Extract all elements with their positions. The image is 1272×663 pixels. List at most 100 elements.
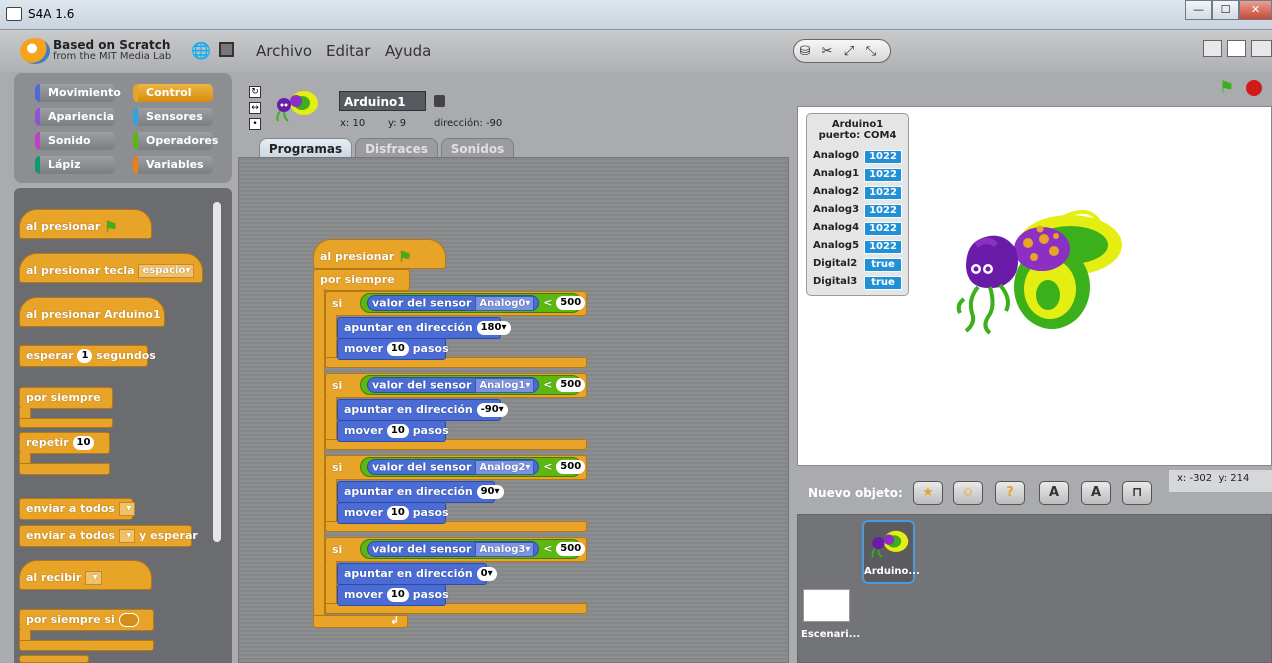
move-steps-input[interactable]: 10 <box>386 588 409 602</box>
sensor-dropdown-value: Analog1 <box>479 379 526 391</box>
compare-block[interactable]: valor del sensor Analog0▾ < 500 <box>360 293 586 313</box>
threshold-input[interactable]: 500 <box>556 542 586 556</box>
category-sensores[interactable]: Sensores <box>133 108 213 126</box>
broadcast-dropdown[interactable]: ▾ <box>118 502 136 516</box>
tab-sonidos[interactable]: Sonidos <box>441 138 514 158</box>
category-variables[interactable]: Variables <box>133 156 213 174</box>
category-operadores[interactable]: Operadores <box>133 132 218 150</box>
sensor-reporter[interactable]: valor del sensor Analog2▾ <box>367 458 540 475</box>
globe-icon[interactable]: 🌐 <box>191 41 211 60</box>
small-stage-button[interactable] <box>1203 40 1222 57</box>
menu-ayuda[interactable]: Ayuda <box>385 42 431 60</box>
point-direction-block[interactable]: apuntar en dirección 0▾ <box>337 563 497 585</box>
category-sonido[interactable]: Sonido <box>35 132 115 150</box>
palette-when-key-block[interactable]: al presionar tecla espacio▾ <box>19 253 203 283</box>
grow-icon[interactable]: ⤢ <box>838 41 860 63</box>
sensor-dropdown[interactable]: Analog0▾ <box>475 295 535 311</box>
rotate-mode-icon[interactable]: ↻ <box>249 86 261 98</box>
category-lpiz[interactable]: Lápiz <box>35 156 115 174</box>
palette-repeat-block[interactable]: repetir 10 <box>19 432 110 454</box>
move-steps-input[interactable]: 10 <box>386 506 409 520</box>
palette-when-flag-block[interactable]: al presionar ⚑ <box>19 209 152 239</box>
palette-when-sprite-block[interactable]: al presionar Arduino1 <box>19 297 165 327</box>
menu-editar[interactable]: Editar <box>326 42 370 60</box>
steps-label: pasos <box>412 506 449 519</box>
close-button[interactable]: ✕ <box>1239 0 1272 20</box>
move-block[interactable]: mover 10 pasos <box>337 502 449 524</box>
compare-block[interactable]: valor del sensor Analog2▾ < 500 <box>360 457 586 477</box>
compare-block[interactable]: valor del sensor Analog1▾ < 500 <box>360 375 586 395</box>
if-arm <box>325 479 337 523</box>
arduino-sprite-button[interactable]: A <box>1039 481 1069 505</box>
threshold-input[interactable]: 500 <box>556 460 586 474</box>
sprite-thumbnail-selected[interactable]: Arduino... <box>862 520 920 584</box>
sprite-name-field[interactable]: Arduino1 <box>339 91 426 111</box>
move-block[interactable]: mover 10 pasos <box>337 338 449 360</box>
palette-when-receive-block[interactable]: al recibir ▾ <box>19 560 152 590</box>
category-control[interactable]: Control <box>133 84 213 102</box>
category-apariencia[interactable]: Apariencia <box>35 108 115 126</box>
point-direction-label: apuntar en dirección <box>344 321 473 334</box>
edit-arduino-button[interactable]: A <box>1081 481 1111 505</box>
save-icon[interactable] <box>219 42 234 57</box>
lock-icon[interactable] <box>434 95 445 107</box>
move-block[interactable]: mover 10 pasos <box>337 584 449 606</box>
script-when-flag-block[interactable]: al presionar ⚑ <box>313 239 446 269</box>
palette-broadcast-block[interactable]: enviar a todos ▾ <box>19 498 136 520</box>
compare-block[interactable]: valor del sensor Analog3▾ < 500 <box>360 539 586 559</box>
palette-partial-block[interactable] <box>19 655 89 663</box>
tab-programas[interactable]: Programas <box>259 138 352 158</box>
threshold-input[interactable]: 500 <box>556 378 586 392</box>
sensor-dropdown[interactable]: Analog3▾ <box>475 541 535 557</box>
palette-scrollbar[interactable] <box>213 202 221 542</box>
stage-thumbnail[interactable] <box>803 589 850 622</box>
stop-button[interactable] <box>1246 80 1262 96</box>
repeat-input[interactable]: 10 <box>72 436 95 450</box>
sensor-dropdown[interactable]: Analog2▾ <box>475 459 535 475</box>
green-flag-button[interactable]: ⚑ <box>1219 78 1234 98</box>
sensor-dropdown[interactable]: Analog1▾ <box>475 377 535 393</box>
direction-input[interactable]: -90▾ <box>476 403 508 417</box>
move-steps-input[interactable]: 10 <box>386 424 409 438</box>
move-block[interactable]: mover 10 pasos <box>337 420 449 442</box>
maximize-button[interactable]: ☐ <box>1212 0 1239 20</box>
palette-forever-block[interactable]: por siempre <box>19 387 113 409</box>
import-sprite-button[interactable]: ✩ <box>953 481 983 505</box>
direction-input[interactable]: 90▾ <box>476 485 504 499</box>
palette-wait-block[interactable]: esperar 1 segundos <box>19 345 156 367</box>
point-direction-block[interactable]: apuntar en dirección -90▾ <box>337 399 508 421</box>
no-rotate-icon[interactable]: • <box>249 118 261 130</box>
paint-sprite-button[interactable]: ★ <box>913 481 943 505</box>
threshold-input[interactable]: 500 <box>556 296 586 310</box>
minimize-button[interactable]: — <box>1185 0 1212 20</box>
point-direction-block[interactable]: apuntar en dirección 180▾ <box>337 317 511 339</box>
category-movimiento[interactable]: Movimiento <box>35 84 121 102</box>
stamp-icon[interactable]: ⛁ <box>794 41 816 63</box>
receive-dropdown[interactable]: ▾ <box>85 571 102 585</box>
random-sprite-button[interactable]: ? <box>995 481 1025 505</box>
normal-stage-button[interactable] <box>1227 40 1246 57</box>
script-forever-block[interactable]: por siempre <box>313 269 410 291</box>
direction-input[interactable]: 0▾ <box>476 567 497 581</box>
wait-input[interactable]: 1 <box>77 349 93 363</box>
flip-mode-icon[interactable]: ↔ <box>249 102 261 114</box>
cut-icon[interactable]: ✂ <box>816 41 838 63</box>
butterfly-sprite[interactable] <box>952 207 1127 337</box>
sensor-reporter[interactable]: valor del sensor Analog1▾ <box>367 376 540 393</box>
presentation-button[interactable] <box>1251 40 1272 57</box>
sensor-reporter[interactable]: valor del sensor Analog3▾ <box>367 540 540 557</box>
move-steps-input[interactable]: 10 <box>386 342 409 356</box>
arduino-board-button[interactable]: ⊓ <box>1122 481 1152 505</box>
direction-input[interactable]: 180▾ <box>476 321 511 335</box>
point-direction-block[interactable]: apuntar en dirección 90▾ <box>337 481 504 503</box>
sensor-monitor[interactable]: Arduino1 puerto: COM4 Analog0 1022 Analog… <box>806 113 909 296</box>
broadcast-wait-dropdown[interactable]: ▾ <box>118 529 136 543</box>
menu-archivo[interactable]: Archivo <box>256 42 312 60</box>
key-dropdown[interactable]: espacio▾ <box>138 264 195 278</box>
shrink-icon[interactable]: ⤡ <box>860 41 882 63</box>
condition-slot[interactable] <box>118 613 139 627</box>
palette-forever-if-block[interactable]: por siempre si <box>19 609 154 631</box>
palette-broadcast-wait-block[interactable]: enviar a todos ▾ y esperar <box>19 525 198 547</box>
tab-disfraces[interactable]: Disfraces <box>355 138 438 158</box>
sensor-reporter[interactable]: valor del sensor Analog0▾ <box>367 294 540 311</box>
